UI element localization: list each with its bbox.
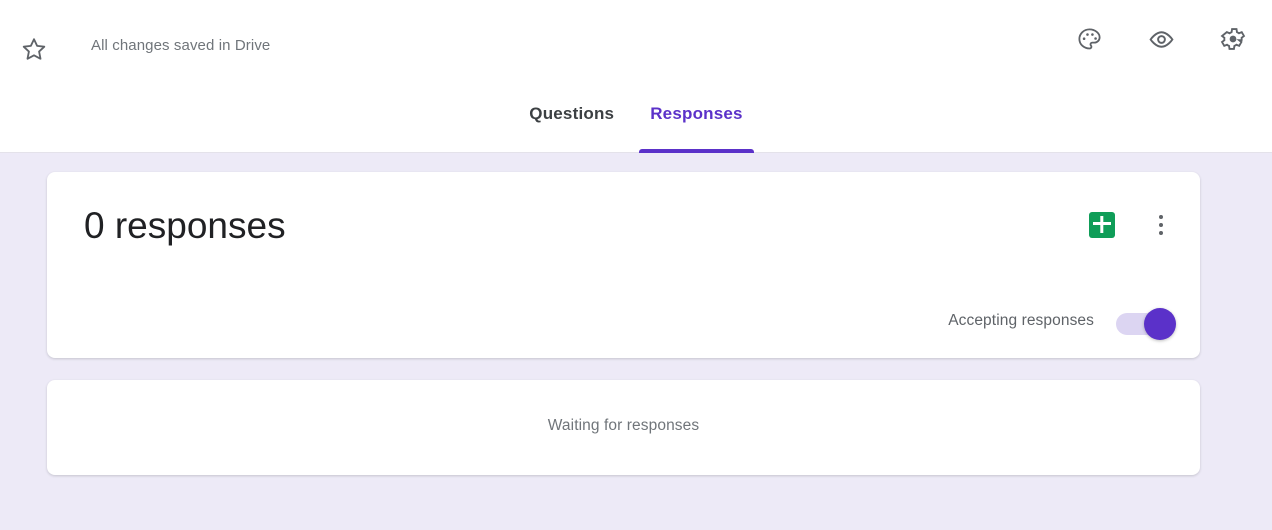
responses-content: 0 responses Accepting responses Waiting … [0, 153, 1272, 530]
accepting-responses-toggle[interactable] [1116, 308, 1178, 340]
page-title: 0 responses [84, 205, 286, 246]
app-header: All changes saved in Drive Questions Res… [0, 0, 1272, 153]
sheets-glyph [1089, 212, 1115, 238]
kebab-dot [1158, 222, 1164, 228]
toggle-thumb [1144, 308, 1176, 340]
accepting-responses-row: Accepting responses [948, 308, 1178, 340]
responses-summary-card: 0 responses Accepting responses [47, 172, 1200, 358]
accepting-responses-label: Accepting responses [948, 312, 1094, 329]
waiting-message: Waiting for responses [547, 417, 700, 434]
tab-questions[interactable]: Questions [511, 104, 632, 153]
star-outline-icon[interactable] [16, 31, 52, 67]
header-toolbar: All changes saved in Drive [0, 0, 1272, 98]
kebab-dot [1158, 214, 1164, 220]
eye-icon[interactable] [1144, 22, 1178, 56]
more-options-icon[interactable] [1144, 208, 1178, 242]
summary-card-actions [1084, 207, 1178, 243]
save-status-text: All changes saved in Drive [91, 37, 271, 54]
waiting-for-responses-card: Waiting for responses [47, 380, 1200, 475]
summary-card-header: 0 responses [47, 172, 1200, 282]
tab-responses[interactable]: Responses [632, 104, 761, 153]
palette-icon[interactable] [1072, 22, 1106, 56]
tab-responses-label: Responses [650, 104, 743, 123]
kebab-dot [1158, 230, 1164, 236]
header-actions [1072, 22, 1250, 56]
form-tabs: Questions Responses [0, 104, 1272, 153]
tab-questions-label: Questions [529, 104, 615, 123]
gear-icon[interactable] [1216, 22, 1250, 56]
google-sheets-icon[interactable] [1084, 207, 1120, 243]
